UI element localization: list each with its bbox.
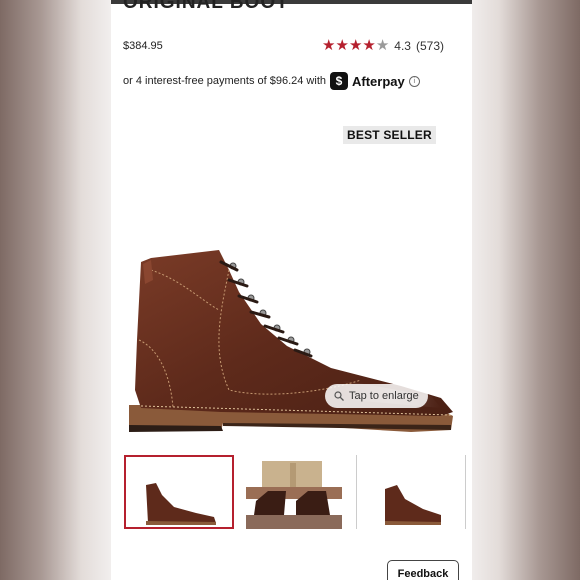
star-rating: ★ ★ ★ ★ ★ <box>322 38 389 53</box>
product-hero-image[interactable] <box>111 240 472 445</box>
afterpay-message: or 4 interest-free payments of $96.24 wi… <box>123 72 420 90</box>
rating-summary[interactable]: ★ ★ ★ ★ ★ 4.3 (573) <box>322 38 444 53</box>
product-page: ORIGINAL BOOT $384.95 ★ ★ ★ ★ ★ 4.3 (573… <box>111 0 472 580</box>
tap-to-enlarge-button[interactable]: Tap to enlarge <box>325 384 428 408</box>
afterpay-logo-icon: $ <box>330 72 348 90</box>
star-icon: ★ <box>348 37 363 54</box>
review-count-link[interactable]: (573) <box>416 39 444 53</box>
star-icon: ★ <box>362 37 376 54</box>
star-icon: ★ <box>335 37 349 54</box>
star-icon: ★ <box>322 37 336 54</box>
afterpay-brand: Afterpay <box>352 73 405 89</box>
thumbnail-boot-angle[interactable] <box>356 455 466 529</box>
star-icon: ★ <box>375 37 390 54</box>
tap-to-enlarge-label: Tap to enlarge <box>349 390 419 402</box>
thumbnail-image <box>246 455 342 529</box>
best-seller-badge: BEST SELLER <box>343 126 436 144</box>
feedback-button[interactable]: Feedback <box>387 560 459 580</box>
magnifier-icon <box>334 391 344 401</box>
thumbnail-boot-side[interactable] <box>124 455 234 529</box>
afterpay-text: or 4 interest-free payments of $96.24 wi… <box>123 75 326 87</box>
thumbnail-boots-worn[interactable] <box>246 455 342 529</box>
thumbnail-image <box>146 483 216 525</box>
info-icon[interactable]: i <box>408 75 420 87</box>
product-title: ORIGINAL BOOT <box>123 0 289 13</box>
thumbnail-strip <box>124 455 472 530</box>
thumbnail-image <box>385 485 441 525</box>
product-price: $384.95 <box>123 40 163 52</box>
rating-value: 4.3 <box>394 38 411 53</box>
